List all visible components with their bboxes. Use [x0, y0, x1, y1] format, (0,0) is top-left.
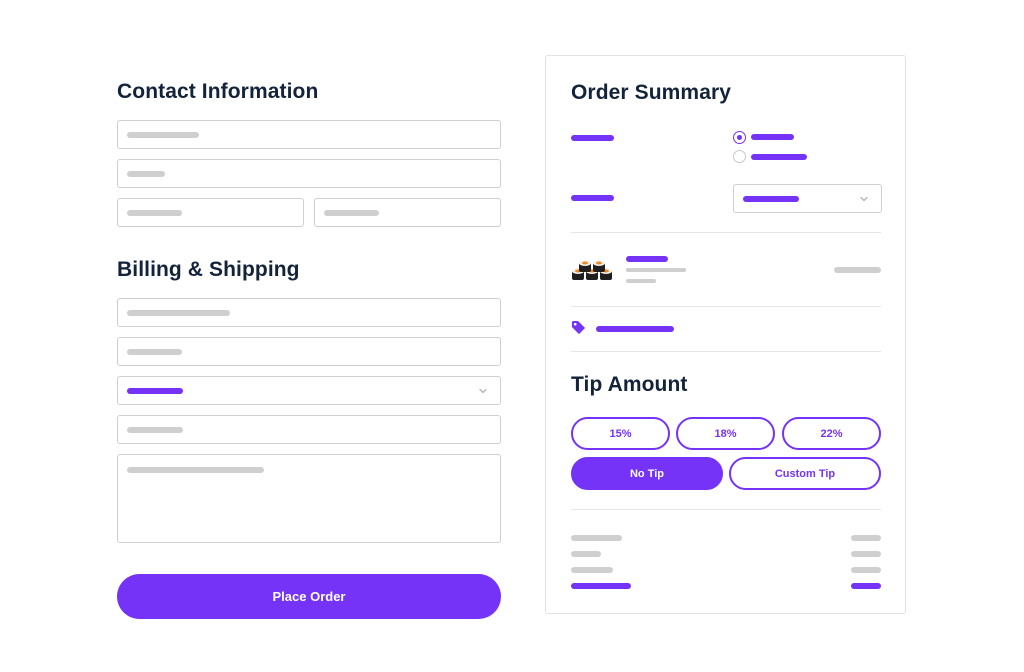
contact-name-input[interactable] — [117, 120, 501, 149]
tip-value — [851, 567, 881, 573]
total-value — [851, 583, 881, 589]
tip-18-button[interactable]: 18% — [676, 417, 775, 450]
billing-address-input[interactable] — [117, 298, 501, 327]
radio-option-2-label — [751, 154, 807, 160]
divider — [571, 509, 881, 510]
delivery-notes-textarea[interactable] — [117, 454, 501, 543]
billing-heading: Billing & Shipping — [117, 258, 300, 281]
input-placeholder — [127, 426, 183, 433]
radio-option-1[interactable] — [733, 131, 746, 144]
billing-zip-input[interactable] — [117, 415, 501, 444]
tax-value — [851, 551, 881, 557]
price-tag-icon — [571, 320, 586, 335]
sushi-rolls-icon — [572, 260, 612, 280]
contact-phone-input[interactable] — [117, 198, 304, 227]
product-name — [626, 256, 668, 262]
contact-extra-input[interactable] — [314, 198, 501, 227]
input-placeholder — [127, 131, 199, 138]
contact-heading: Contact Information — [117, 80, 319, 103]
tip-22-button[interactable]: 22% — [782, 417, 881, 450]
input-placeholder — [127, 209, 182, 216]
input-placeholder — [127, 170, 165, 177]
tip-15-button[interactable]: 15% — [571, 417, 670, 450]
chevron-down-icon — [479, 388, 487, 393]
radio-option-2[interactable] — [733, 150, 746, 163]
select-value — [743, 195, 799, 202]
divider — [571, 351, 881, 352]
product-description — [626, 268, 686, 272]
input-placeholder — [324, 209, 379, 216]
total-label — [571, 583, 631, 589]
order-summary-card: Order Summary Tip Amount 15% 18% 22% No … — [545, 55, 906, 614]
product-quantity — [626, 279, 656, 283]
divider — [571, 306, 881, 307]
billing-state-select[interactable] — [117, 376, 501, 405]
tip-amount-heading: Tip Amount — [571, 373, 688, 396]
contact-email-input[interactable] — [117, 159, 501, 188]
tax-label — [571, 551, 601, 557]
promo-code-link[interactable] — [596, 326, 674, 332]
subtotal-label — [571, 535, 622, 541]
time-option-label — [571, 195, 614, 201]
time-select[interactable] — [733, 184, 882, 213]
checkout-page: Contact Information Billing & Shipping P… — [0, 0, 1024, 672]
tip-label — [571, 567, 613, 573]
billing-city-input[interactable] — [117, 337, 501, 366]
input-placeholder — [127, 348, 182, 355]
radio-option-1-label — [751, 134, 794, 140]
select-value — [127, 387, 183, 394]
subtotal-value — [851, 535, 881, 541]
order-summary-heading: Order Summary — [571, 81, 732, 104]
chevron-down-icon — [860, 196, 868, 201]
input-placeholder — [127, 309, 230, 316]
no-tip-button[interactable]: No Tip — [571, 457, 723, 490]
textarea-placeholder — [127, 467, 264, 473]
delivery-option-label — [571, 135, 614, 141]
custom-tip-button[interactable]: Custom Tip — [729, 457, 881, 490]
divider — [571, 232, 881, 233]
product-price — [834, 267, 881, 273]
place-order-button[interactable]: Place Order — [117, 574, 501, 619]
